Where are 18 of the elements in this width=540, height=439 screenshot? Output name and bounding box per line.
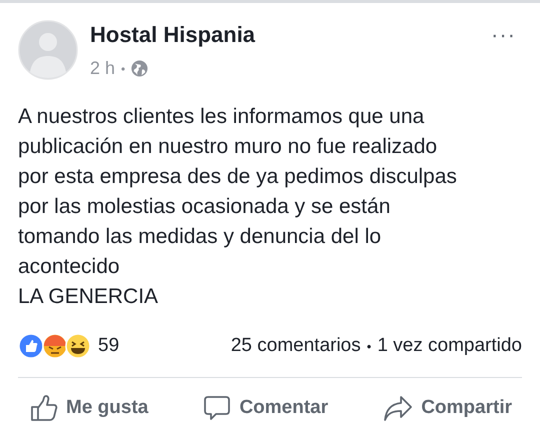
speech-bubble-icon xyxy=(203,394,232,422)
share-arrow-icon xyxy=(383,394,414,422)
globe-icon xyxy=(131,60,148,77)
post-text: A nuestros clientes les informamos que una publicación en nuestro muro no fue realizado por esta empresa des de ya pedimos disculpas por las molestias ocasionada y se están tomando las medidas y denuncia del lo acontecido LA GENERCIA xyxy=(17,104,458,310)
like-action-button[interactable]: Me gusta xyxy=(30,394,148,422)
author-name[interactable]: Hostal Hispania xyxy=(90,21,492,49)
separator-dot: • xyxy=(121,60,126,78)
separator-dot: • xyxy=(366,338,372,356)
reaction-icons[interactable] xyxy=(18,333,92,360)
post-time[interactable]: 2 h xyxy=(90,55,116,82)
thumbs-up-icon xyxy=(30,394,58,422)
avatar xyxy=(18,20,78,80)
share-action-button[interactable]: Compartir xyxy=(383,394,512,422)
comment-count[interactable]: 25 comentarios xyxy=(230,332,361,360)
share-count[interactable]: 1 vez compartido xyxy=(377,332,522,360)
more-options-button[interactable]: ··· xyxy=(491,24,516,46)
comment-action-button[interactable]: Comentar xyxy=(203,394,328,422)
reaction-count[interactable]: 59 xyxy=(98,332,120,360)
